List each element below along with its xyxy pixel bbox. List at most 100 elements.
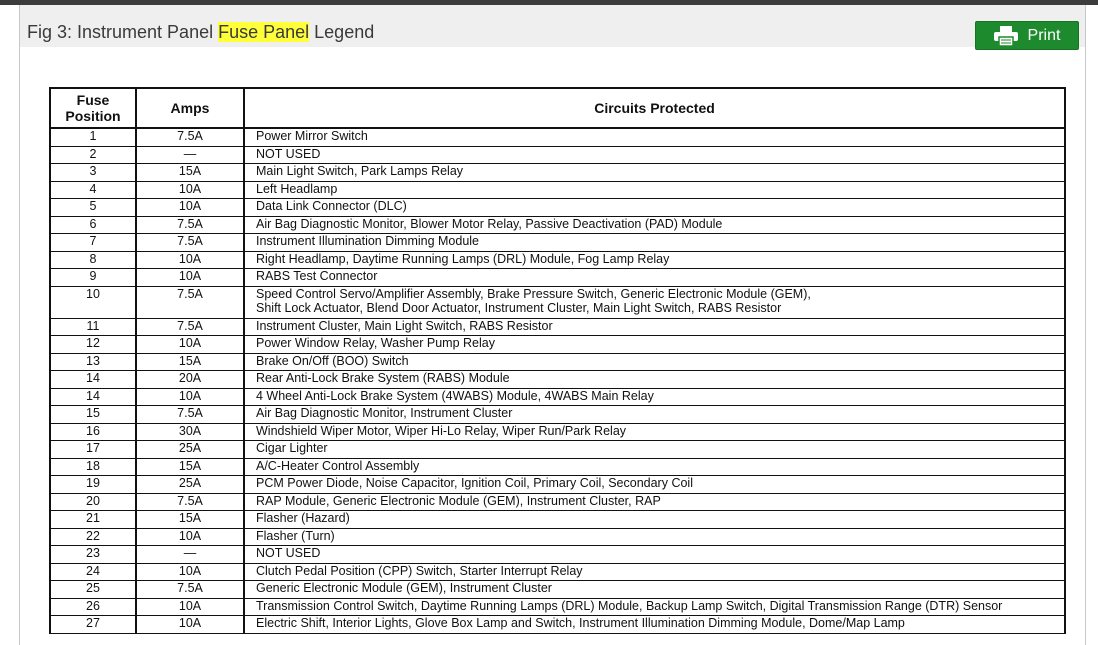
amps-cell: 10A bbox=[135, 563, 245, 581]
circuits-text: Air Bag Diagnostic Monitor, Instrument C… bbox=[256, 406, 513, 420]
circuits-text: Power Window Relay, Washer Pump Relay bbox=[256, 336, 495, 350]
fuse-position-cell: 5 bbox=[49, 198, 137, 217]
circuits-cell: Generic Electronic Module (GEM), Instrum… bbox=[243, 580, 1066, 599]
print-button[interactable]: Print bbox=[975, 21, 1079, 50]
circuits-text: Rear Anti-Lock Brake System (RABS) Modul… bbox=[256, 371, 510, 385]
fuse-position-cell: 6 bbox=[49, 216, 137, 234]
fuse-position-cell: 25 bbox=[49, 580, 137, 599]
circuits-text: Air Bag Diagnostic Monitor, Blower Motor… bbox=[256, 216, 723, 231]
fuse-position-cell: 26 bbox=[49, 598, 137, 616]
circuits-text: Data Link Connector (DLC) bbox=[256, 199, 407, 213]
amps-cell: 7.5A bbox=[135, 318, 245, 336]
amps-cell: 25A bbox=[135, 440, 245, 459]
table-row: 23— NOT USED bbox=[49, 545, 1066, 564]
fuse-position-cell: 13 bbox=[49, 353, 137, 371]
circuits-text: Left Headlamp bbox=[256, 181, 338, 196]
figure-dialog: Fig 3: Instrument Panel Fuse Panel Legen… bbox=[19, 5, 1086, 645]
fuse-position-cell: 1 bbox=[49, 128, 137, 147]
amps-cell: 7.5A bbox=[135, 128, 245, 147]
circuits-cell: Cigar Lighter bbox=[243, 440, 1066, 459]
circuits-cell: Right Headlamp, Daytime Running Lamps (D… bbox=[243, 251, 1066, 269]
table-row: 15 7.5A Air Bag Diagnostic Monitor, Instru… bbox=[49, 405, 1066, 424]
table-row: 9 10A RABS Test Connector bbox=[49, 268, 1066, 287]
table-row: 18 15A A/C-Heater Control Assembly bbox=[49, 458, 1066, 476]
circuits-cell: Left Headlamp bbox=[243, 181, 1066, 199]
table-row: 5 10A Data Link Connector (DLC) bbox=[49, 198, 1066, 217]
table-row: 12 10A Power Window Relay, Washer Pump Rel… bbox=[49, 335, 1066, 354]
title-prefix: Fig 3: Instrument Panel bbox=[27, 22, 219, 42]
circuits-cell: Air Bag Diagnostic Monitor, Blower Motor… bbox=[243, 216, 1066, 234]
circuits-text: Electric Shift, Interior Lights, Glove B… bbox=[256, 616, 905, 630]
amps-cell: 10A bbox=[135, 528, 245, 546]
table-row: 14 20A Rear Anti-Lock Brake System (RABS) … bbox=[49, 370, 1066, 389]
header-position-line2: Position bbox=[65, 108, 121, 124]
figure-title: Fig 3: Instrument Panel Fuse Panel Legen… bbox=[27, 21, 374, 43]
header-position-line1: Fuse bbox=[76, 92, 110, 108]
dialog-header: Fig 3: Instrument Panel Fuse Panel Legen… bbox=[20, 5, 1085, 47]
circuits-cell: NOT USED bbox=[243, 146, 1066, 164]
table-row: 7 7.5A Instrument Illumination Dimming Mod… bbox=[49, 233, 1066, 252]
title-highlight: Fuse Panel bbox=[218, 22, 310, 42]
fuse-position-cell: 16 bbox=[49, 423, 137, 441]
circuits-cell: Power Window Relay, Washer Pump Relay bbox=[243, 335, 1066, 354]
circuits-cell: Speed Control Servo/Amplifier Assembly, … bbox=[243, 286, 1066, 319]
header-circuits-protected: Circuits Protected bbox=[243, 87, 1066, 129]
circuits-text: PCM Power Diode, Noise Capacitor, Igniti… bbox=[256, 476, 693, 490]
circuits-text: Speed Control Servo/Amplifier Assembly, … bbox=[256, 286, 811, 301]
table-row: 20 7.5A RAP Module, Generic Electronic Mod… bbox=[49, 493, 1066, 511]
table-row: 8 10A Right Headlamp, Daytime Running Lamp… bbox=[49, 251, 1066, 269]
fuse-position-cell: 21 bbox=[49, 510, 137, 529]
amps-cell: 7.5A bbox=[135, 233, 245, 252]
circuits-cell: Flasher (Turn) bbox=[243, 528, 1066, 546]
circuits-cell: Clutch Pedal Position (CPP) Switch, Star… bbox=[243, 563, 1066, 581]
circuits-text: RAP Module, Generic Electronic Module (G… bbox=[256, 493, 661, 508]
fuse-position-cell: 14 bbox=[49, 388, 137, 406]
circuits-text: Clutch Pedal Position (CPP) Switch, Star… bbox=[256, 563, 583, 578]
fuse-position-cell: 4 bbox=[49, 181, 137, 199]
table-row: 27 10A Electric Shift, Interior Lights, Gl… bbox=[49, 615, 1066, 634]
circuits-cell: Transmission Control Switch, Daytime Run… bbox=[243, 598, 1066, 616]
fuse-position-cell: 8 bbox=[49, 251, 137, 269]
circuits-cell: Electric Shift, Interior Lights, Glove B… bbox=[243, 615, 1066, 634]
amps-cell: 10A bbox=[135, 198, 245, 217]
table-row: 26 10A Transmission Control Switch, Daytim… bbox=[49, 598, 1066, 616]
circuits-cell: A/C-Heater Control Assembly bbox=[243, 458, 1066, 476]
table-row: 4 10A Left Headlamp bbox=[49, 181, 1066, 199]
circuits-cell: RABS Test Connector bbox=[243, 268, 1066, 287]
table-row: 11 7.5A Instrument Cluster, Main Light Swi… bbox=[49, 318, 1066, 336]
amps-cell: 25A bbox=[135, 475, 245, 494]
fuse-position-cell: 22 bbox=[49, 528, 137, 546]
circuits-text: Generic Electronic Module (GEM), Instrum… bbox=[256, 581, 552, 595]
amps-cell: 10A bbox=[135, 335, 245, 354]
table-row: 22 10A Flasher (Turn) bbox=[49, 528, 1066, 546]
amps-cell: 7.5A bbox=[135, 405, 245, 424]
circuits-cell: Brake On/Off (BOO) Switch bbox=[243, 353, 1066, 371]
circuits-cell: Main Light Switch, Park Lamps Relay bbox=[243, 163, 1066, 182]
fuse-position-cell: 9 bbox=[49, 268, 137, 287]
table-row: 13 15A Brake On/Off (BOO) Switch bbox=[49, 353, 1066, 371]
amps-cell: 7.5A bbox=[135, 216, 245, 234]
fuse-position-cell: 18 bbox=[49, 458, 137, 476]
amps-cell: 15A bbox=[135, 163, 245, 182]
circuits-text: A/C-Heater Control Assembly bbox=[256, 458, 420, 473]
amps-cell: 10A bbox=[135, 251, 245, 269]
amps-cell: 7.5A bbox=[135, 580, 245, 599]
fuse-position-cell: 7 bbox=[49, 233, 137, 252]
amps-cell: 10A bbox=[135, 598, 245, 616]
amps-cell: 20A bbox=[135, 370, 245, 389]
circuits-text: Main Light Switch, Park Lamps Relay bbox=[256, 164, 464, 178]
circuits-text: Flasher (Turn) bbox=[256, 528, 335, 543]
amps-cell: 15A bbox=[135, 510, 245, 529]
fuse-position-cell: 11 bbox=[49, 318, 137, 336]
circuits-cell: 4 Wheel Anti-Lock Brake System (4WABS) M… bbox=[243, 388, 1066, 406]
amps-cell: 15A bbox=[135, 458, 245, 476]
amps-cell: 7.5A bbox=[135, 286, 245, 319]
amps-cell: 10A bbox=[135, 388, 245, 406]
circuits-text: Instrument Cluster, Main Light Switch, R… bbox=[256, 318, 553, 333]
amps-cell: 10A bbox=[135, 615, 245, 634]
circuits-text: Transmission Control Switch, Daytime Run… bbox=[256, 598, 1003, 613]
circuits-text: RABS Test Connector bbox=[256, 269, 378, 283]
circuits-text: Flasher (Hazard) bbox=[256, 511, 350, 525]
fuse-position-cell: 23 bbox=[49, 545, 137, 564]
table-row: 21 15A Flasher (Hazard) bbox=[49, 510, 1066, 529]
